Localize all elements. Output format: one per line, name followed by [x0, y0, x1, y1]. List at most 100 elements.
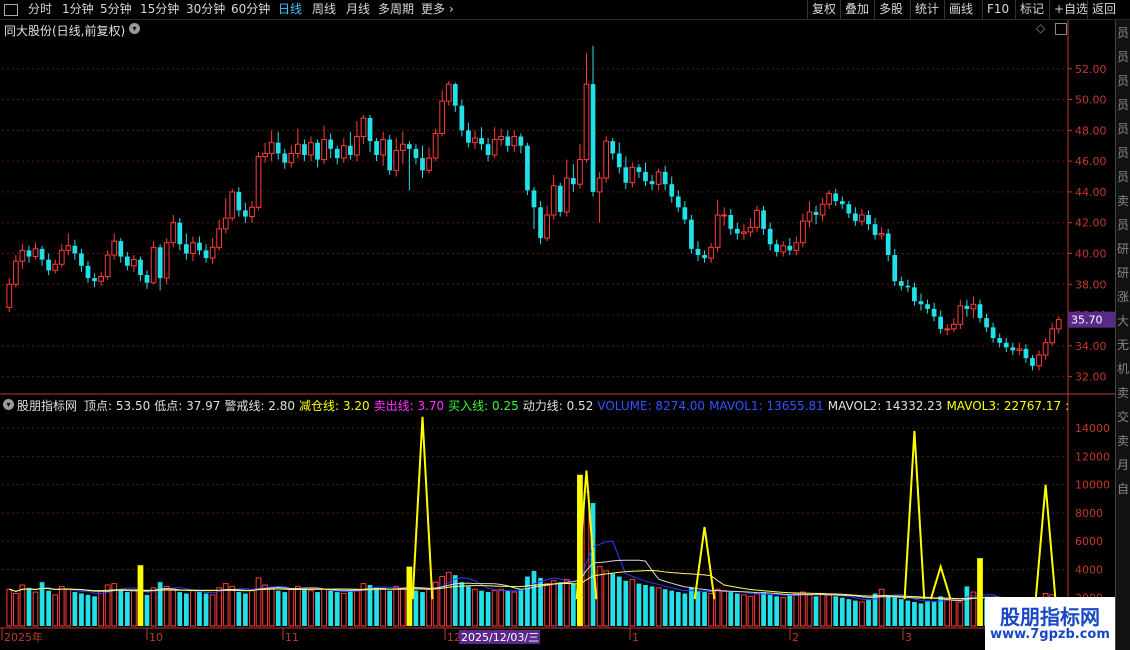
candle-body [407, 144, 412, 149]
volume-bar [334, 592, 340, 626]
candle-body [26, 250, 32, 257]
sidebar-char[interactable]: 员 [1117, 144, 1130, 161]
candle-body [52, 263, 59, 271]
candle-body [144, 275, 150, 283]
candle-body [58, 249, 65, 265]
candle-body [498, 136, 505, 141]
sidebar-char[interactable]: 研 [1117, 240, 1130, 257]
candle-body [819, 203, 826, 216]
candle-body [249, 206, 255, 218]
candle-body [590, 84, 596, 192]
volume-bar [92, 596, 97, 626]
date-label: 12 [447, 631, 461, 644]
sidebar-char[interactable]: 员 [1117, 72, 1130, 89]
candle-body [866, 215, 871, 225]
candle-body [39, 248, 45, 260]
volume-bar [347, 590, 353, 626]
highlight-bar [406, 566, 413, 626]
candle-body [387, 139, 393, 171]
volume-bar [393, 585, 400, 627]
volume-bar [426, 588, 432, 627]
volume-bar [853, 600, 858, 626]
candle-body [636, 167, 642, 172]
candle-body [872, 224, 878, 236]
volume-bar [531, 570, 537, 626]
sidebar-char[interactable]: 员 [1117, 96, 1130, 113]
sidebar-char[interactable]: 自 [1117, 480, 1130, 497]
sidebar-char[interactable]: 员 [1117, 168, 1130, 185]
candle-body [72, 245, 78, 254]
sidebar-char[interactable]: 卖 [1117, 384, 1130, 401]
highlight-bar [137, 565, 144, 626]
sidebar-char[interactable]: 无 [1117, 336, 1130, 353]
volume-bar [197, 592, 202, 626]
sidebar-char[interactable]: 涨 [1117, 288, 1130, 305]
indicator-name[interactable]: 股朋指标网 [17, 397, 77, 414]
volume-bar [708, 592, 714, 627]
candle-body [583, 83, 590, 161]
volume-bar [636, 583, 642, 626]
candle-body [321, 139, 327, 161]
candle-body [669, 184, 675, 197]
sidebar-char[interactable]: 交 [1117, 408, 1130, 425]
candle-body [197, 242, 202, 251]
volume-bar [957, 601, 964, 627]
volume-bar [885, 594, 891, 626]
volume-bar [912, 601, 917, 626]
candle-body [603, 140, 610, 179]
price-label: 38.00 [1075, 278, 1107, 291]
sidebar-char[interactable]: 机 [1117, 360, 1130, 377]
candle-body [1023, 348, 1029, 359]
volume-bar [445, 571, 452, 627]
candle-body [898, 281, 904, 286]
date-label: 11 [285, 631, 299, 644]
candle-body [853, 213, 858, 222]
sidebar-char[interactable]: 员 [1117, 48, 1130, 65]
candle-body [892, 255, 898, 282]
sidebar-char[interactable]: 大 [1117, 312, 1130, 329]
sidebar-char[interactable]: 员 [1117, 216, 1130, 233]
candle-body [550, 185, 557, 216]
chevron-down-icon[interactable]: ▾ [3, 399, 14, 410]
sidebar-char[interactable]: 月 [1117, 456, 1130, 473]
sidebar-char[interactable]: 员 [1117, 24, 1130, 41]
sidebar-char[interactable]: 卖 [1117, 432, 1130, 449]
volume-bar [72, 592, 78, 626]
watermark-title: 股朋指标网 [1000, 605, 1100, 629]
volume-bar [79, 593, 84, 626]
indicator-value-0: 顶点: 53.50 [84, 399, 151, 413]
date-label: 10 [149, 631, 163, 644]
candle-body [675, 196, 681, 208]
candle-body [1042, 342, 1049, 356]
volume-bar [321, 588, 327, 627]
volume-bar [98, 590, 104, 627]
sidebar-char[interactable]: 员 [1117, 120, 1130, 137]
candle-body [1016, 348, 1023, 351]
volume-bar [833, 596, 839, 626]
candle-body [262, 152, 268, 158]
volume-bar [734, 593, 740, 626]
volume-bar [570, 583, 576, 626]
volume-bar [367, 585, 373, 626]
indicator-value-6: 动力线: 0.52 [522, 399, 594, 413]
volume-bar [518, 589, 524, 626]
candle-body [150, 246, 157, 284]
volume-bar [819, 592, 826, 627]
volume-bar [190, 590, 196, 627]
sidebar-char[interactable]: 研 [1117, 264, 1130, 281]
candle-body [938, 316, 944, 329]
candle-body [479, 138, 484, 145]
volume-bar [550, 580, 557, 627]
candle-body [347, 145, 353, 155]
candle-body [616, 153, 622, 168]
kline-chart[interactable]: 52.00 50.00 48.00 46.00 44.00 42.00 40.00 38.00… [0, 0, 1115, 650]
volume-bar [118, 589, 124, 626]
volume-bar [275, 590, 281, 626]
candle-body [714, 214, 721, 248]
candle-body [563, 177, 570, 213]
candle-body [977, 304, 983, 319]
candle-body [505, 136, 511, 146]
candle-body [79, 253, 84, 266]
sidebar-char[interactable]: 卖 [1117, 192, 1130, 209]
candle-body [426, 157, 432, 171]
